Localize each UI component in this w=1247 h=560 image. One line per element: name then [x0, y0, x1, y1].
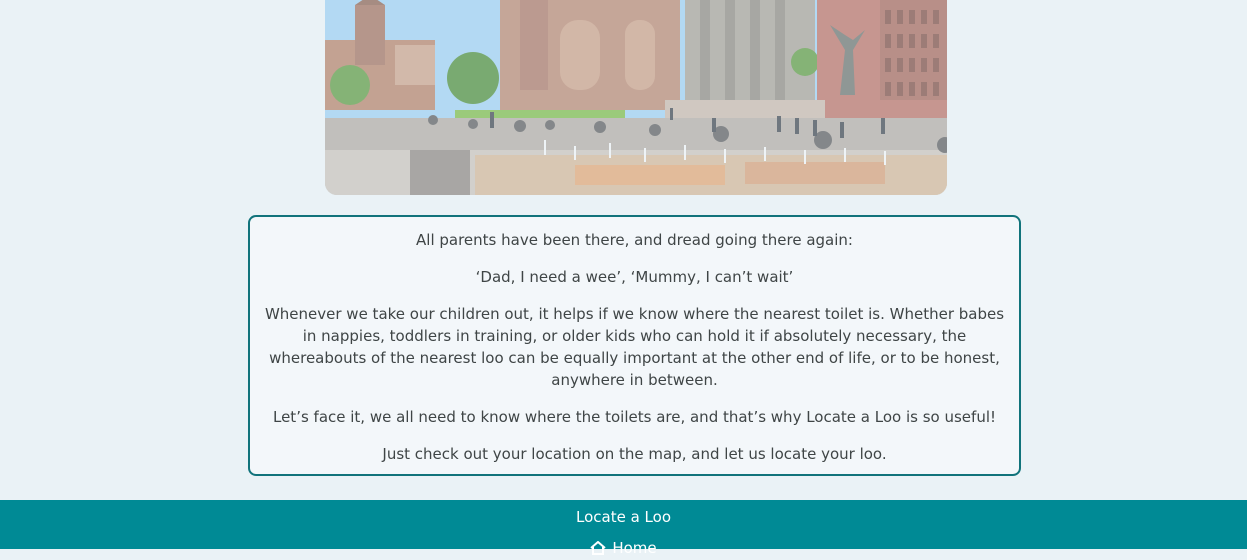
intro-quote: ‘Dad, I need a wee’, ‘Mummy, I can’t wai…	[475, 268, 794, 286]
intro-paragraph: Let’s face it, we all need to know where…	[272, 408, 997, 426]
footer-nav: Home	[0, 538, 1247, 560]
intro-paragraph: All parents have been there, and dread g…	[416, 231, 853, 249]
footer-home-link[interactable]: Home	[590, 539, 657, 560]
intro-call-to-action: Just check out your location on the map,…	[382, 445, 887, 463]
home-icon	[590, 540, 606, 560]
footer-home-label: Home	[612, 539, 657, 557]
site-footer: Locate a Loo Home	[0, 500, 1247, 557]
city-cathedral-ruins-photo	[325, 0, 947, 195]
intro-paragraph: Whenever we take our children out, it he…	[264, 305, 1005, 389]
intro-panel: All parents have been there, and dread g…	[248, 215, 1021, 476]
footer-brand: Locate a Loo	[576, 508, 671, 526]
hero-image	[325, 0, 947, 195]
